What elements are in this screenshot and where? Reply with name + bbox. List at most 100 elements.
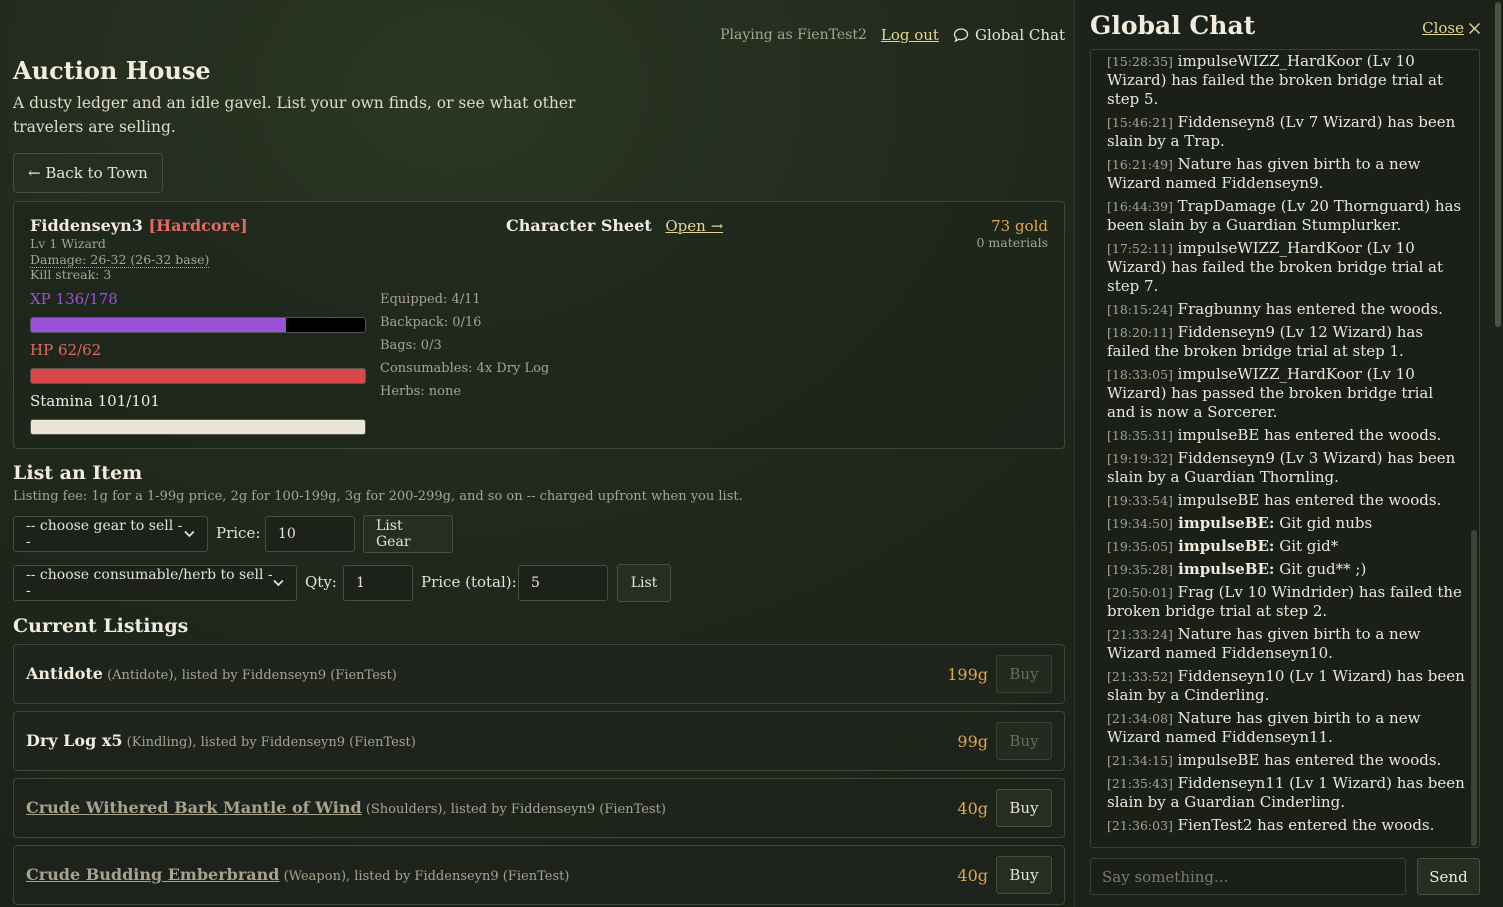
gold-amount: 73 gold [991,217,1048,235]
chat-log[interactable]: [15:28:35] impulseWIZZ_HardKoor (Lv 10 W… [1090,49,1480,848]
buy-button[interactable]: Buy [996,789,1052,827]
chat-text: Git gid* [1274,537,1339,555]
listing-row: Crude Withered Bark Mantle of Wind (Shou… [13,778,1065,838]
listing-name: Antidote [26,664,103,683]
qty-input[interactable]: 1 [343,565,413,601]
listing-name: Dry Log x5 [26,731,123,750]
chat-timestamp: [19:35:28] [1107,562,1173,577]
chat-message: [18:20:11] Fiddenseyn9 (Lv 12 Wizard) ha… [1107,323,1465,361]
page-scrollbar-thumb[interactable] [1495,2,1501,327]
logout-link[interactable]: Log out [881,26,939,44]
page-subtitle: A dusty ledger and an idle gavel. List y… [13,94,576,136]
chat-title: Global Chat [1090,11,1256,40]
listing-price: 99g [957,732,988,751]
chat-timestamp: [17:52:11] [1107,241,1173,256]
listing-row: Crude Budding Emberbrand (Weapon), liste… [13,845,1065,905]
listing-text: Dry Log x5 (Kindling), listed by Fiddens… [26,731,416,750]
chat-author: impulseBE: [1172,537,1275,555]
buy-button[interactable]: Buy [996,856,1052,894]
global-chat-label: Global Chat [974,26,1065,44]
chat-timestamp: [15:28:35] [1107,54,1173,69]
listing-price: 40g [957,799,988,818]
chat-message: [21:36:03] FienTest2 has entered the woo… [1107,816,1465,835]
chat-timestamp: [15:46:21] [1107,115,1173,130]
chat-message: [21:35:43] Fiddenseyn11 (Lv 1 Wizard) ha… [1107,774,1465,812]
chat-text: impulseBE has entered the woods. [1172,751,1442,769]
chat-timestamp: [21:36:03] [1107,818,1173,833]
chat-author: impulseBE: [1172,514,1275,532]
chat-timestamp: [19:35:05] [1107,539,1173,554]
chat-text: Fragbunny has entered the woods. [1172,300,1443,318]
chat-timestamp: [21:34:08] [1107,711,1173,726]
xp-label: XP 136/178 [30,290,118,308]
listing-detail: (Shoulders), listed by Fiddenseyn9 (Fien… [361,802,666,817]
playing-as-label: Playing as FienTest2 [720,27,867,43]
hardcore-badge: [Hardcore] [148,216,248,235]
character-meta: Lv 1 Wizard Damage: 26-32 (26-32 base) K… [30,236,210,283]
global-chat-panel: Global Chat Close [15:28:35] impulseWIZZ… [1074,0,1503,907]
listing-text: Antidote (Antidote), listed by Fiddensey… [26,664,397,683]
listing-price: 199g [947,665,988,684]
chat-input[interactable]: Say something... [1090,858,1406,895]
listing-detail: (Antidote), listed by Fiddenseyn9 (FienT… [102,668,397,683]
character-damage: Damage: 26-32 (26-32 base) [30,251,210,268]
chat-timestamp: [18:33:05] [1107,367,1173,382]
hp-bar-fill [31,369,365,383]
gear-select-value: -- choose gear to sell -- [26,518,183,550]
listing-name-link[interactable]: Crude Budding Emberbrand [26,865,279,884]
chat-message: [21:34:08] Nature has given birth to a n… [1107,709,1465,747]
character-sheet-label: Character Sheet [506,216,652,235]
consumable-select[interactable]: -- choose consumable/herb to sell -- [13,565,297,601]
chat-message: [21:33:52] Fiddenseyn10 (Lv 1 Wizard) ha… [1107,667,1465,705]
chat-timestamp: [20:50:01] [1107,585,1173,600]
listing-row: Antidote (Antidote), listed by Fiddensey… [13,644,1065,704]
chat-message: [19:34:50] impulseBE: Git gid nubs [1107,514,1465,533]
price-input[interactable]: 10 [265,516,355,552]
backpack-count: Backpack: 0/16 [380,315,482,330]
total-price-input[interactable]: 5 [518,565,608,601]
chat-text: impulseBE has entered the woods. [1172,491,1442,509]
herbs-list: Herbs: none [380,384,462,399]
gear-select[interactable]: -- choose gear to sell -- [13,516,208,552]
chat-message: [15:46:21] Fiddenseyn8 (Lv 7 Wizard) has… [1107,113,1465,151]
chat-text: impulseBE has entered the woods. [1172,426,1442,444]
listing-text: Crude Budding Emberbrand (Weapon), liste… [26,865,569,884]
chat-message: [19:19:32] Fiddenseyn9 (Lv 3 Wizard) has… [1107,449,1465,487]
bags-count: Bags: 0/3 [380,338,442,353]
list-consumable-button[interactable]: List [617,564,671,602]
hp-label: HP 62/62 [30,341,102,359]
auction-house-main: Playing as FienTest2 Log out Global Chat… [13,0,1065,907]
currency-display: 73 gold 0 materials [977,217,1049,250]
chat-message: [19:33:54] impulseBE has entered the woo… [1107,491,1465,510]
list-gear-button[interactable]: List Gear [363,515,453,553]
page-scrollbar[interactable] [1493,0,1503,907]
chat-message: [19:35:28] impulseBE: Git gud** ;) [1107,560,1465,579]
global-chat-button[interactable]: Global Chat [953,26,1065,44]
chevron-down-icon [273,579,284,587]
chat-timestamp: [21:33:24] [1107,627,1173,642]
character-sheet-open-link[interactable]: Open → [665,217,723,235]
chat-send-button[interactable]: Send [1417,858,1480,895]
listing-name-link[interactable]: Crude Withered Bark Mantle of Wind [26,798,362,817]
character-kill-streak: Kill streak: 3 [30,267,112,282]
close-icon [1469,22,1480,34]
back-to-town-button[interactable]: ← Back to Town [13,153,163,193]
chat-text: FienTest2 has entered the woods. [1172,816,1435,834]
chat-message: [20:50:01] Frag (Lv 10 Windrider) has fa… [1107,583,1465,621]
total-price-label: Price (total): [421,573,517,591]
chat-close-button[interactable]: Close [1422,19,1481,37]
listing-price: 40g [957,866,988,885]
chat-message: [15:28:35] impulseWIZZ_HardKoor (Lv 10 W… [1107,52,1465,109]
character-name: Fiddenseyn3 [Hardcore] [30,216,248,235]
chat-timestamp: [19:34:50] [1107,516,1173,531]
buy-button[interactable]: Buy [996,655,1052,693]
chat-timestamp: [16:21:49] [1107,157,1173,172]
chat-message: [16:21:49] Nature has given birth to a n… [1107,155,1465,193]
chat-scrollbar[interactable] [1471,530,1477,846]
character-panel: Fiddenseyn3 [Hardcore] Lv 1 Wizard Damag… [13,201,1065,449]
list-item-heading: List an Item [13,462,143,484]
chat-message: [18:33:05] impulseWIZZ_HardKoor (Lv 10 W… [1107,365,1465,422]
chat-message: [16:44:39] TrapDamage (Lv 20 Thornguard)… [1107,197,1465,235]
buy-button[interactable]: Buy [996,722,1052,760]
materials-amount: 0 materials [976,235,1049,250]
